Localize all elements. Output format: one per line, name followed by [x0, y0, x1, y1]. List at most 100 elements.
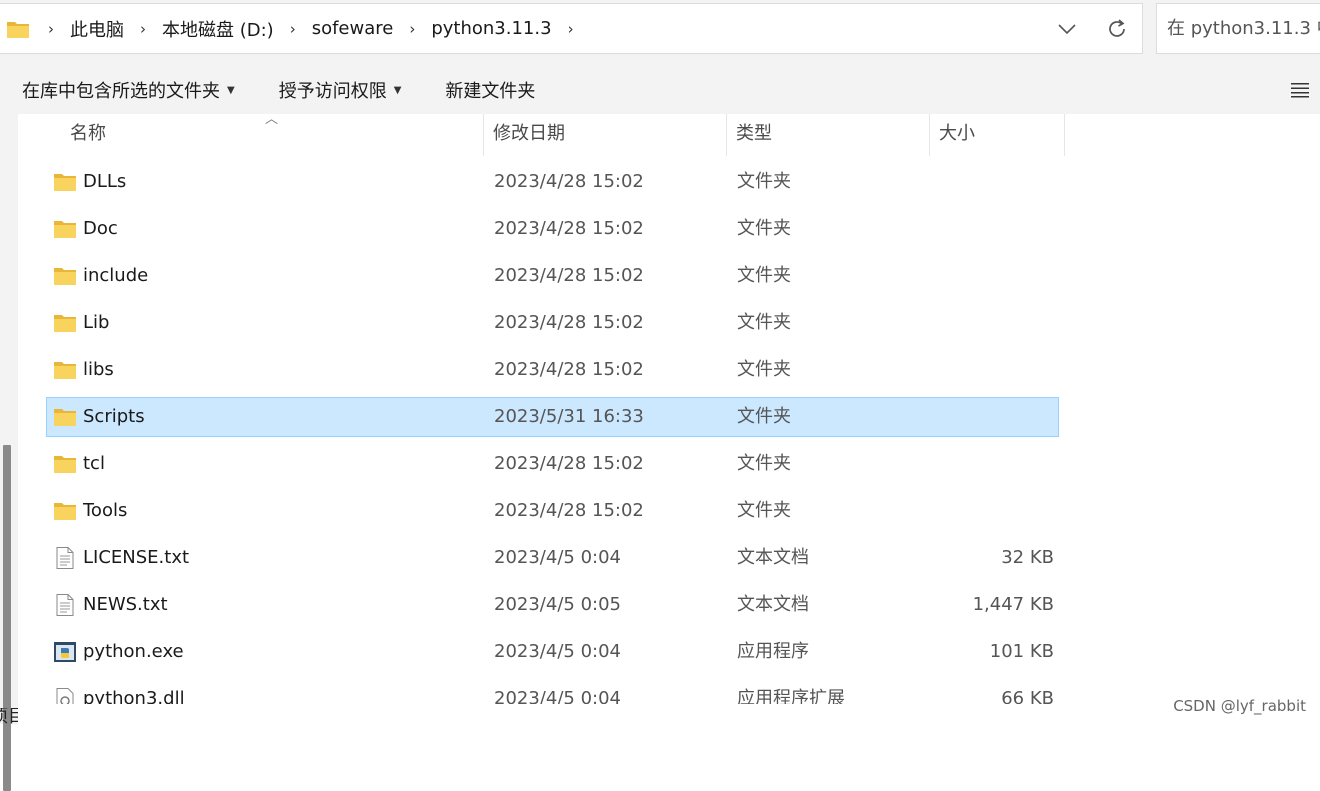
file-type: 文件夹 [737, 171, 791, 192]
file-date: 2023/5/31 16:33 [494, 406, 644, 427]
file-name: Doc [83, 218, 118, 239]
breadcrumb: › 此电脑 › 本地磁盘 (D:) › sofeware › python3.1… [0, 4, 584, 53]
grant-access-button[interactable]: 授予访问权限 ▼ [257, 66, 424, 114]
address-bar[interactable]: › 此电脑 › 本地磁盘 (D:) › sofeware › python3.1… [0, 3, 1143, 54]
table-row[interactable]: python.exe 2023/4/5 0:04 应用程序 101 KB [46, 632, 1059, 672]
file-name: Tools [83, 500, 128, 521]
breadcrumb-python[interactable]: python3.11.3 [425, 18, 557, 39]
file-date: 2023/4/5 0:04 [494, 688, 621, 704]
column-divider[interactable] [726, 114, 727, 156]
breadcrumb-sofeware[interactable]: sofeware [306, 18, 400, 39]
file-date: 2023/4/5 0:04 [494, 641, 621, 662]
file-date: 2023/4/5 0:04 [494, 547, 621, 568]
table-row[interactable]: LICENSE.txt 2023/4/5 0:04 文本文档 32 KB [46, 538, 1059, 578]
caret-down-icon: ▼ [227, 84, 235, 96]
file-name: LICENSE.txt [83, 547, 190, 568]
folder-icon [53, 406, 77, 428]
sort-ascending-icon: ︿ [265, 114, 279, 127]
folder-icon [53, 453, 77, 475]
column-divider[interactable] [483, 114, 484, 156]
file-type: 应用程序 [737, 641, 809, 662]
breadcrumb-this-pc[interactable]: 此电脑 [64, 16, 130, 42]
file-type: 文件夹 [737, 359, 791, 380]
new-folder-label: 新建文件夹 [445, 81, 536, 102]
file-name: tcl [83, 453, 105, 474]
folder-icon [53, 500, 77, 522]
search-input[interactable]: 在 python3.11.3 中 [1156, 3, 1320, 54]
file-name: libs [83, 359, 114, 380]
file-size: 101 KB [989, 641, 1054, 662]
more-options-button[interactable] [1286, 76, 1314, 104]
column-name[interactable]: 名称 [70, 114, 106, 156]
new-folder-button[interactable]: 新建文件夹 [423, 66, 557, 114]
file-type: 文件夹 [737, 265, 791, 286]
file-date: 2023/4/28 15:02 [494, 453, 644, 474]
refresh-button[interactable] [1092, 4, 1142, 53]
column-date[interactable]: 修改日期 [493, 114, 565, 156]
table-row[interactable]: Doc 2023/4/28 15:02 文件夹 [46, 209, 1059, 249]
folder-icon [53, 359, 77, 381]
chevron-right-icon[interactable]: › [42, 20, 60, 38]
chevron-right-icon[interactable]: › [134, 20, 152, 38]
file-size: 66 KB [1001, 688, 1054, 704]
file-list: ︿ 名称 修改日期 类型 大小 DLLs 2023/4/28 15:02 文件夹 Do… [46, 114, 1320, 704]
status-item-count: 项目 [0, 708, 18, 726]
table-row[interactable]: Scripts 2023/5/31 16:33 文件夹 [46, 397, 1059, 437]
column-type[interactable]: 类型 [736, 114, 772, 156]
navigation-pane[interactable] [0, 114, 18, 791]
column-header: ︿ 名称 修改日期 类型 大小 [46, 114, 1066, 156]
file-type: 文件夹 [737, 218, 791, 239]
table-row[interactable]: libs 2023/4/28 15:02 文件夹 [46, 350, 1059, 390]
file-date: 2023/4/28 15:02 [494, 171, 644, 192]
refresh-icon [1109, 18, 1125, 37]
table-row[interactable]: include 2023/4/28 15:02 文件夹 [46, 256, 1059, 296]
folder-icon [53, 265, 77, 287]
watermark: CSDN @lyf_rabbit [1173, 697, 1306, 715]
breadcrumb-local-disk[interactable]: 本地磁盘 (D:) [156, 16, 280, 42]
file-type: 文件夹 [737, 453, 791, 474]
command-bar: 在库中包含所选的文件夹 ▼ 授予访问权限 ▼ 新建文件夹 [0, 66, 1320, 114]
table-row[interactable]: Lib 2023/4/28 15:02 文件夹 [46, 303, 1059, 343]
file-type: 文件夹 [737, 312, 791, 333]
file-name: python3.dll [83, 688, 185, 704]
grant-access-label: 授予访问权限 [278, 81, 387, 102]
address-actions [1042, 4, 1142, 53]
table-row[interactable]: DLLs 2023/4/28 15:02 文件夹 [46, 162, 1059, 202]
column-size[interactable]: 大小 [939, 114, 975, 156]
folder-icon [53, 171, 77, 193]
file-date: 2023/4/28 15:02 [494, 218, 644, 239]
file-name: Lib [83, 312, 110, 333]
file-type: 文本文档 [737, 547, 809, 568]
chevron-down-icon [1058, 23, 1076, 34]
file-size: 1,447 KB [972, 594, 1054, 615]
table-row[interactable]: Tools 2023/4/28 15:02 文件夹 [46, 491, 1059, 531]
chevron-right-icon[interactable]: › [403, 20, 421, 38]
folder-icon [7, 21, 29, 38]
table-row[interactable]: python3.dll 2023/4/5 0:04 应用程序扩展 66 KB [46, 679, 1059, 704]
history-dropdown-button[interactable] [1042, 4, 1092, 53]
file-date: 2023/4/28 15:02 [494, 312, 644, 333]
file-date: 2023/4/28 15:02 [494, 265, 644, 286]
file-date: 2023/4/5 0:05 [494, 594, 621, 615]
text-file-icon [53, 594, 77, 616]
navigation-scrollbar[interactable] [3, 445, 11, 791]
caret-down-icon: ▼ [393, 84, 402, 96]
include-in-library-button[interactable]: 在库中包含所选的文件夹 ▼ [0, 66, 257, 114]
table-row[interactable]: NEWS.txt 2023/4/5 0:05 文本文档 1,447 KB [46, 585, 1059, 625]
dll-file-icon [53, 688, 77, 704]
table-row[interactable]: tcl 2023/4/28 15:02 文件夹 [46, 444, 1059, 484]
file-name: Scripts [83, 406, 145, 427]
include-in-library-label: 在库中包含所选的文件夹 [22, 81, 220, 102]
chevron-right-icon[interactable]: › [284, 20, 302, 38]
folder-icon [53, 312, 77, 334]
column-divider[interactable] [1064, 114, 1065, 156]
text-file-icon [53, 547, 77, 569]
folder-icon [53, 218, 77, 240]
file-type: 应用程序扩展 [737, 688, 845, 704]
file-name: DLLs [83, 171, 127, 192]
file-type: 文件夹 [737, 406, 791, 427]
menu-icon [1291, 83, 1309, 98]
file-name: python.exe [83, 641, 184, 662]
chevron-right-icon[interactable]: › [562, 20, 580, 38]
column-divider[interactable] [929, 114, 930, 156]
